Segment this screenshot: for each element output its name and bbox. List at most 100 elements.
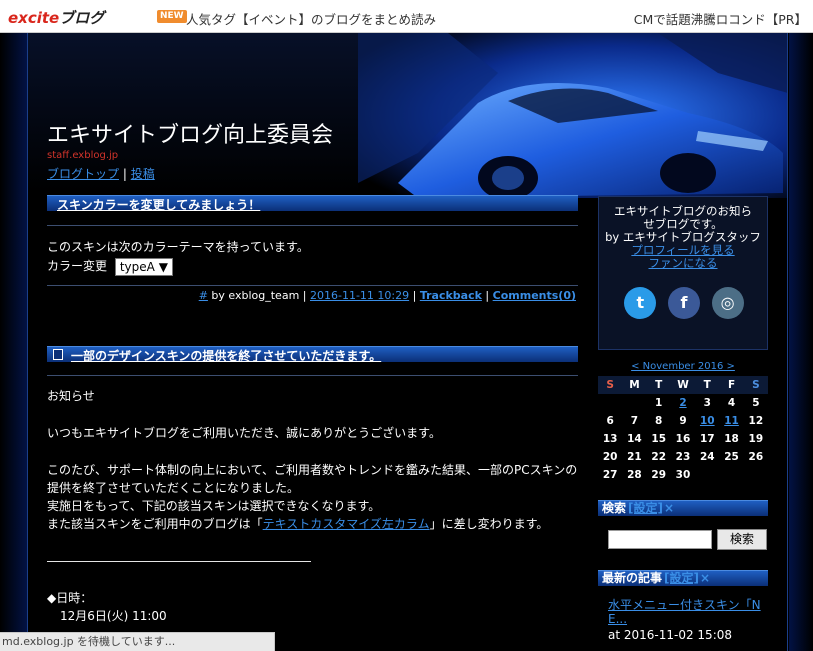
calendar-day-link[interactable]: 10 xyxy=(695,412,719,430)
calendar-day: 4 xyxy=(727,397,736,409)
calendar-week-row: 13 14 15 16 17 18 19 xyxy=(598,430,768,448)
new-badge: NEW xyxy=(157,10,187,23)
calendar-day: 1 xyxy=(655,397,663,409)
calendar-day: 9 xyxy=(679,415,687,427)
calendar-week-row: 27 28 29 30 xyxy=(598,466,768,484)
calendar-day xyxy=(622,394,646,412)
post2-p3b: 提供を終了させていただくことになりました。 xyxy=(47,481,300,495)
nav-post-link[interactable]: 投稿 xyxy=(131,167,155,181)
skin-link[interactable]: テキストカスタマイズ左カラム xyxy=(263,517,430,531)
calendar-day: 15 xyxy=(651,433,667,445)
calendar-day: 22 xyxy=(651,451,667,463)
twitter-icon[interactable]: t xyxy=(624,287,657,319)
trackback-link[interactable]: Trackback xyxy=(420,289,482,302)
calendar-day: 13 xyxy=(602,433,618,445)
news-link[interactable]: 人気タグ【イベント】のブログをまとめ読み xyxy=(186,9,436,28)
post2-p5: また該当スキンをご利用中のブログは「テキストカスタマイズ左カラム」に差し変わりま… xyxy=(47,515,582,533)
calendar-weekday: W xyxy=(670,376,696,394)
calendar-week-row: 6 7 8 9 10 11 12 xyxy=(598,412,768,430)
post2-header: 一部のデザインスキンの提供を終了させていただきます。 xyxy=(47,346,578,364)
post1-title[interactable]: スキンカラーを変更してみましょう！ xyxy=(57,196,260,213)
calendar-day-link[interactable]: 11 xyxy=(719,412,743,430)
latest-posts: 水平メニュー付きスキン「N E... at 2016-11-02 15:08 xyxy=(608,598,768,642)
comments-link[interactable]: Comments(0) xyxy=(493,289,576,302)
search-input[interactable] xyxy=(608,530,712,549)
calendar-day: 23 xyxy=(675,451,691,463)
latest-close-icon[interactable]: × xyxy=(700,571,710,585)
calendar-day: 16 xyxy=(675,433,691,445)
post2-rule xyxy=(47,375,578,376)
calendar-day: 30 xyxy=(675,469,691,481)
profile-box: エキサイトブログのお知ら せブログです。 by エキサイトブログスタッフ プロフ… xyxy=(598,196,768,350)
calendar-day: 27 xyxy=(602,469,618,481)
document-icon xyxy=(53,349,63,360)
post2-p3a: このたび、サポート体制の向上において、ご利用者数やトレンドを鑑みた結果、一部のP… xyxy=(47,463,578,477)
calendar-month-nav[interactable]: < November 2016 > xyxy=(598,361,768,372)
become-fan-link[interactable]: ファンになる xyxy=(599,257,767,270)
calendar-day: 18 xyxy=(724,433,739,445)
permalink-link[interactable]: # xyxy=(199,289,208,302)
post2-p5a: また該当スキンをご利用中のブログは「 xyxy=(47,517,263,531)
blog-url: staff.exblog.jp xyxy=(47,150,119,161)
search-header: 検索 [設定]× xyxy=(598,500,768,516)
post2-date-value: 12月6日(火) 11:00 xyxy=(60,609,167,623)
calendar-week-row: 123 4 5 xyxy=(598,394,768,412)
calendar-day xyxy=(695,466,719,484)
post2-p5b: 」に差し変わります。 xyxy=(429,517,549,531)
calendar-day-link[interactable]: 2 xyxy=(671,394,695,412)
post2-p2: いつもエキサイトブログをご利用いただき、誠にありがとうございます。 xyxy=(47,426,441,440)
calendar-day xyxy=(598,394,622,412)
calendar-day xyxy=(719,466,743,484)
instagram-icon[interactable]: ◎ xyxy=(711,287,744,319)
post2-p4: 実施日をもって、下記の該当スキンは選択できなくなります。 xyxy=(47,499,381,513)
calendar-day: 25 xyxy=(724,451,739,463)
post1-author: by exblog_team xyxy=(207,289,300,302)
nav-blog-top-link[interactable]: ブログトップ xyxy=(47,167,119,181)
post1-body: このスキンは次のカラーテーマを持っています。 カラー変更 typeA ▼ xyxy=(47,238,309,276)
calendar-table: SMTWTFS 1 2 3 4 5 6 7 8 9 10 11 12 13 14 15 16 17 18 19 20 2… xyxy=(598,376,768,484)
calendar-day: 20 xyxy=(602,451,618,463)
calendar-day: 14 xyxy=(627,433,642,445)
promo-link[interactable]: CMで話題沸騰ロコンド【PR】 xyxy=(634,9,807,28)
latest-item-link[interactable]: 水平メニュー付きスキン「N E... xyxy=(608,598,761,626)
post1-rule xyxy=(47,225,578,226)
latest-settings-link[interactable]: [設定] xyxy=(664,571,699,585)
calendar-day: 12 xyxy=(748,415,764,427)
calendar-day: 3 xyxy=(703,397,711,409)
search-button[interactable]: 検索 xyxy=(717,529,767,550)
calendar-day: 19 xyxy=(748,433,764,445)
latest-header: 最新の記事 [設定]× xyxy=(598,570,768,586)
calendar-day: 26 xyxy=(748,451,764,463)
calendar-day xyxy=(744,466,768,484)
excite-blog-logo[interactable]: exciteブログ xyxy=(8,7,104,28)
calendar-day: 7 xyxy=(630,415,639,427)
calendar-weekday: T xyxy=(646,376,671,394)
blog-nav: ブログトップ | 投稿 xyxy=(47,165,155,182)
post1-header: スキンカラーを変更してみましょう！ xyxy=(47,195,578,213)
search-heading: 検索 xyxy=(602,501,627,515)
right-edge-background xyxy=(789,33,813,651)
blog-title[interactable]: エキサイトブログ向上委員会 xyxy=(47,117,333,149)
post2-title[interactable]: 一部のデザインスキンの提供を終了させていただきます。 xyxy=(71,347,381,364)
color-change-row: カラー変更 typeA ▼ xyxy=(47,257,309,276)
top-bar: exciteブログ NEW 人気タグ【イベント】のブログをまとめ読み CMで話題… xyxy=(0,0,813,33)
calendar-weekday: M xyxy=(622,376,647,394)
color-theme-select[interactable]: typeA ▼ xyxy=(114,257,173,276)
social-icons: t f ◎ xyxy=(599,287,769,319)
calendar-day: 29 xyxy=(651,469,667,481)
calendar-day: 17 xyxy=(699,433,715,445)
post1-date-link[interactable]: 2016-11-11 10:29 xyxy=(310,289,409,302)
browser-status-bar: md.exblog.jp を待機しています... xyxy=(0,632,275,651)
post2-date-label: ◆日時： xyxy=(47,591,93,605)
search-settings-link[interactable]: [設定] xyxy=(628,501,663,515)
search-close-icon[interactable]: × xyxy=(664,501,674,515)
calendar-weekday: T xyxy=(695,376,720,394)
header-car-image xyxy=(358,33,787,198)
post1-meta-rule xyxy=(47,285,578,286)
calendar-day: 21 xyxy=(627,451,642,463)
latest-heading: 最新の記事 xyxy=(602,571,663,585)
calendar-weekday: S xyxy=(743,376,768,394)
left-edge-background xyxy=(0,33,27,651)
nav-separator: | xyxy=(122,167,127,181)
facebook-icon[interactable]: f xyxy=(668,287,700,319)
